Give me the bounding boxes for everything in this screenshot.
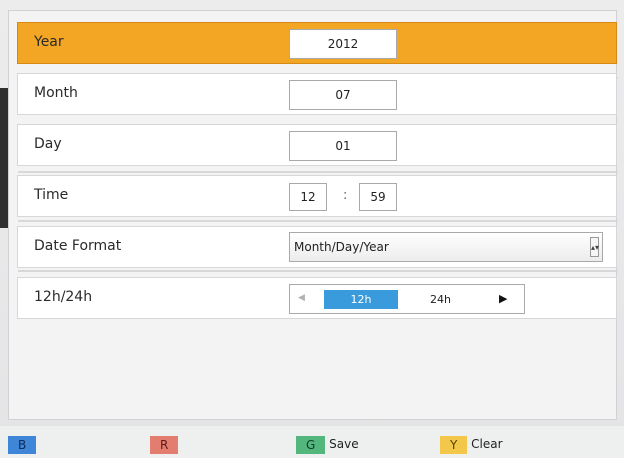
red-key-icon[interactable]: R [150,435,179,454]
separator [18,171,618,173]
time-format-toggle[interactable]: ◀ 12h 24h ▶ [289,284,525,314]
row-time[interactable]: Time 12 : 59 [17,175,617,217]
yellow-key-icon[interactable]: Y [440,435,468,454]
chevron-down-icon[interactable]: ▴▾ [590,237,599,257]
minute-field[interactable]: 59 [359,183,397,211]
right-arrow-icon[interactable]: ▶ [499,292,507,305]
green-key-icon[interactable]: G [296,435,326,454]
row-label: Time [34,187,69,203]
row-month[interactable]: Month 07 [17,73,617,115]
footer-bar: B R G Save Y Clear [0,426,624,458]
year-field[interactable]: 2012 [289,29,397,59]
left-arrow-icon[interactable]: ◀ [298,293,305,303]
side-edge [0,88,8,228]
clear-button[interactable]: Y Clear [440,434,503,454]
row-label: Month [34,85,78,101]
row-label: Date Format [34,238,122,254]
separator [18,220,618,222]
save-button[interactable]: G Save [296,434,359,454]
red-button[interactable]: R [150,434,179,454]
month-field[interactable]: 07 [289,80,397,110]
row-year[interactable]: Year 2012 [17,22,617,64]
blue-key-icon[interactable]: B [8,435,37,454]
screen: Year 2012 Month 07 Day 01 Time 12 : 59 D… [0,0,624,458]
row-day[interactable]: Day 01 [17,124,617,166]
save-label: Save [329,437,359,451]
row-label: Day [34,136,62,152]
row-12h-24h[interactable]: 12h/24h ◀ 12h 24h ▶ [17,277,617,319]
option-24h[interactable]: 24h [430,293,451,306]
time-separator: : [343,188,348,203]
clear-label: Clear [471,437,503,451]
hour-field[interactable]: 12 [289,183,327,211]
row-label: 12h/24h [34,289,93,305]
row-date-format[interactable]: Date Format Month/Day/Year ▴▾ [17,226,617,268]
day-field[interactable]: 01 [289,131,397,161]
separator [18,270,618,272]
date-format-select[interactable]: Month/Day/Year ▴▾ [289,232,603,262]
date-format-value: Month/Day/Year [294,240,389,254]
option-12h[interactable]: 12h [324,290,398,309]
blue-button[interactable]: B [8,434,37,454]
row-label: Year [34,34,64,50]
